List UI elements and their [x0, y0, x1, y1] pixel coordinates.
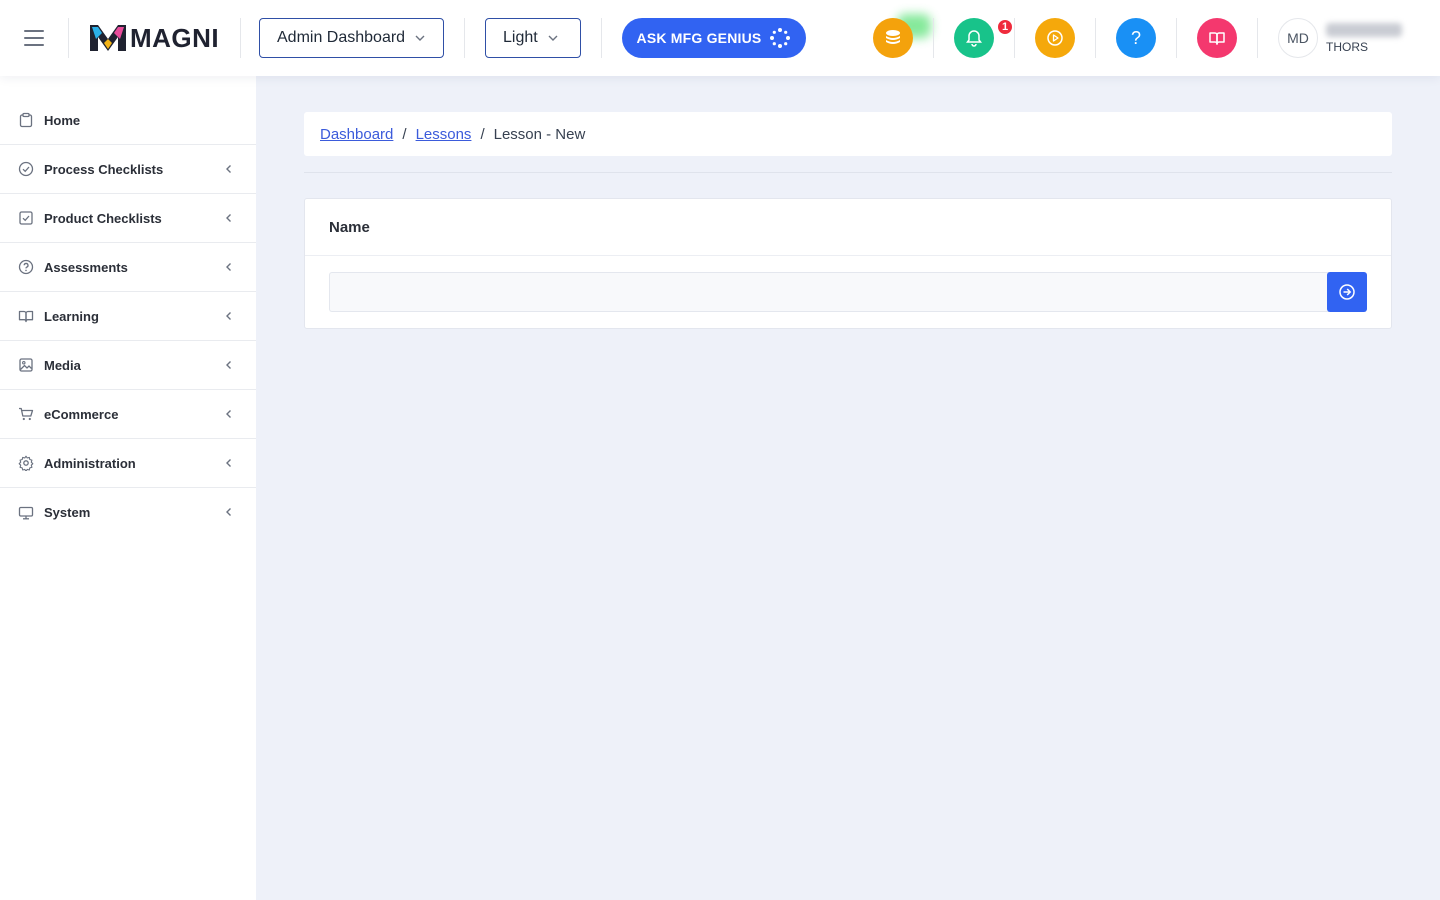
sidebar-item-media[interactable]: Media [0, 341, 256, 390]
name-field-label: Name [329, 219, 370, 236]
sidebar-item-label: System [44, 505, 91, 520]
breadcrumb-separator: / [480, 125, 485, 143]
sidebar-item-ecommerce[interactable]: eCommerce [0, 390, 256, 439]
breadcrumb-link-lessons[interactable]: Lessons [416, 126, 472, 143]
coins-button[interactable] [873, 18, 913, 58]
ask-button-label: ASK MFG GENIUS [636, 30, 762, 46]
theme-select[interactable]: Light [485, 18, 581, 58]
chevron-left-icon [226, 312, 231, 320]
magni-logo-icon [90, 25, 126, 51]
check-circle-icon [17, 160, 35, 178]
content-divider [304, 172, 1392, 173]
header-divider [1014, 18, 1015, 58]
sidebar-item-administration[interactable]: Administration [0, 439, 256, 488]
question-circle-icon [17, 258, 35, 276]
sidebar-item-label: Administration [44, 455, 136, 471]
sidebar-item-label: Product Checklists [44, 210, 162, 226]
sidebar-item-process-checklists[interactable]: Process Checklists [0, 145, 256, 194]
chevron-down-icon [548, 35, 558, 41]
sidebar-item-label: Media [44, 357, 81, 373]
theme-select-value: Light [503, 29, 538, 46]
chevron-down-icon [415, 35, 425, 41]
question-mark-icon: ? [1130, 27, 1141, 48]
sidebar-item-product-checklists[interactable]: Product Checklists [0, 194, 256, 243]
brand-logo[interactable]: MAGNI [90, 23, 219, 53]
breadcrumb-separator: / [402, 125, 407, 143]
hamburger-icon-bar [24, 44, 44, 46]
chevron-left-icon [226, 165, 231, 173]
sidebar-item-system[interactable]: System [0, 488, 256, 537]
ask-mfg-genius-button[interactable]: ASK MFG GENIUS [622, 18, 806, 58]
chevron-left-icon [226, 214, 231, 222]
documentation-button[interactable] [1197, 18, 1237, 58]
user-name-blurred [1326, 23, 1402, 37]
book-open-icon [1209, 32, 1225, 45]
header-divider [240, 18, 241, 58]
lesson-name-input[interactable] [329, 272, 1329, 312]
sidebar-item-assessments[interactable]: Assessments [0, 243, 256, 292]
chevron-left-icon [226, 410, 231, 418]
breadcrumb-current: Lesson - New [493, 125, 586, 143]
header-divider [68, 18, 69, 58]
breadcrumb: Dashboard / Lessons / Lesson - New [304, 112, 1392, 156]
user-avatar[interactable]: MD [1278, 18, 1318, 58]
menu-toggle-button[interactable] [18, 24, 50, 52]
sidebar-nav: Home Process Checklists Product Checklis… [0, 76, 256, 900]
hamburger-icon-bar [24, 37, 44, 39]
sidebar-item-label: Assessments [44, 259, 128, 275]
header-divider [1176, 18, 1177, 58]
gear-icon [17, 454, 35, 472]
monitor-icon [17, 504, 35, 522]
logo-wordmark: MAGNI [130, 22, 220, 53]
chevron-left-icon [226, 508, 231, 516]
header-divider [464, 18, 465, 58]
cart-icon [17, 405, 35, 423]
submit-name-button[interactable] [1327, 272, 1367, 312]
chevron-left-icon [226, 263, 231, 271]
header-divider [933, 18, 934, 58]
form-divider [305, 255, 1391, 256]
chevron-left-icon [226, 459, 231, 467]
dashboard-select-value: Admin Dashboard [277, 29, 406, 46]
breadcrumb-link-dashboard[interactable]: Dashboard [320, 126, 393, 143]
user-organization: THORS [1326, 40, 1368, 54]
video-tutorial-button[interactable] [1035, 18, 1075, 58]
help-button[interactable]: ? [1116, 18, 1156, 58]
header-divider [1095, 18, 1096, 58]
book-open-icon [17, 307, 35, 325]
header-divider [601, 18, 602, 58]
check-square-icon [17, 209, 35, 227]
clipboard-icon [17, 111, 35, 129]
sidebar-item-label: Home [44, 112, 81, 128]
play-circle-icon [1047, 30, 1063, 46]
sparkle-icon [770, 28, 791, 48]
coins-icon [886, 30, 900, 44]
notifications-button[interactable] [954, 18, 994, 58]
dashboard-select[interactable]: Admin Dashboard [259, 18, 444, 58]
top-header: MAGNI Admin Dashboard Light ASK MFG GENI… [0, 0, 1440, 76]
sidebar-item-home[interactable]: Home [0, 96, 256, 145]
sidebar-item-label: Learning [44, 308, 99, 324]
notification-count-badge: 1 [996, 18, 1014, 36]
sidebar-item-learning[interactable]: Learning [0, 292, 256, 341]
lesson-form-card: Name [304, 198, 1392, 329]
arrow-right-circle-icon [1339, 284, 1355, 300]
image-icon [17, 356, 35, 374]
hamburger-icon-bar [24, 30, 44, 32]
bell-icon [966, 30, 982, 47]
sidebar-item-label: Process Checklists [44, 161, 164, 177]
sidebar-item-label: eCommerce [44, 406, 119, 422]
chevron-left-icon [226, 361, 231, 369]
header-divider [1257, 18, 1258, 58]
